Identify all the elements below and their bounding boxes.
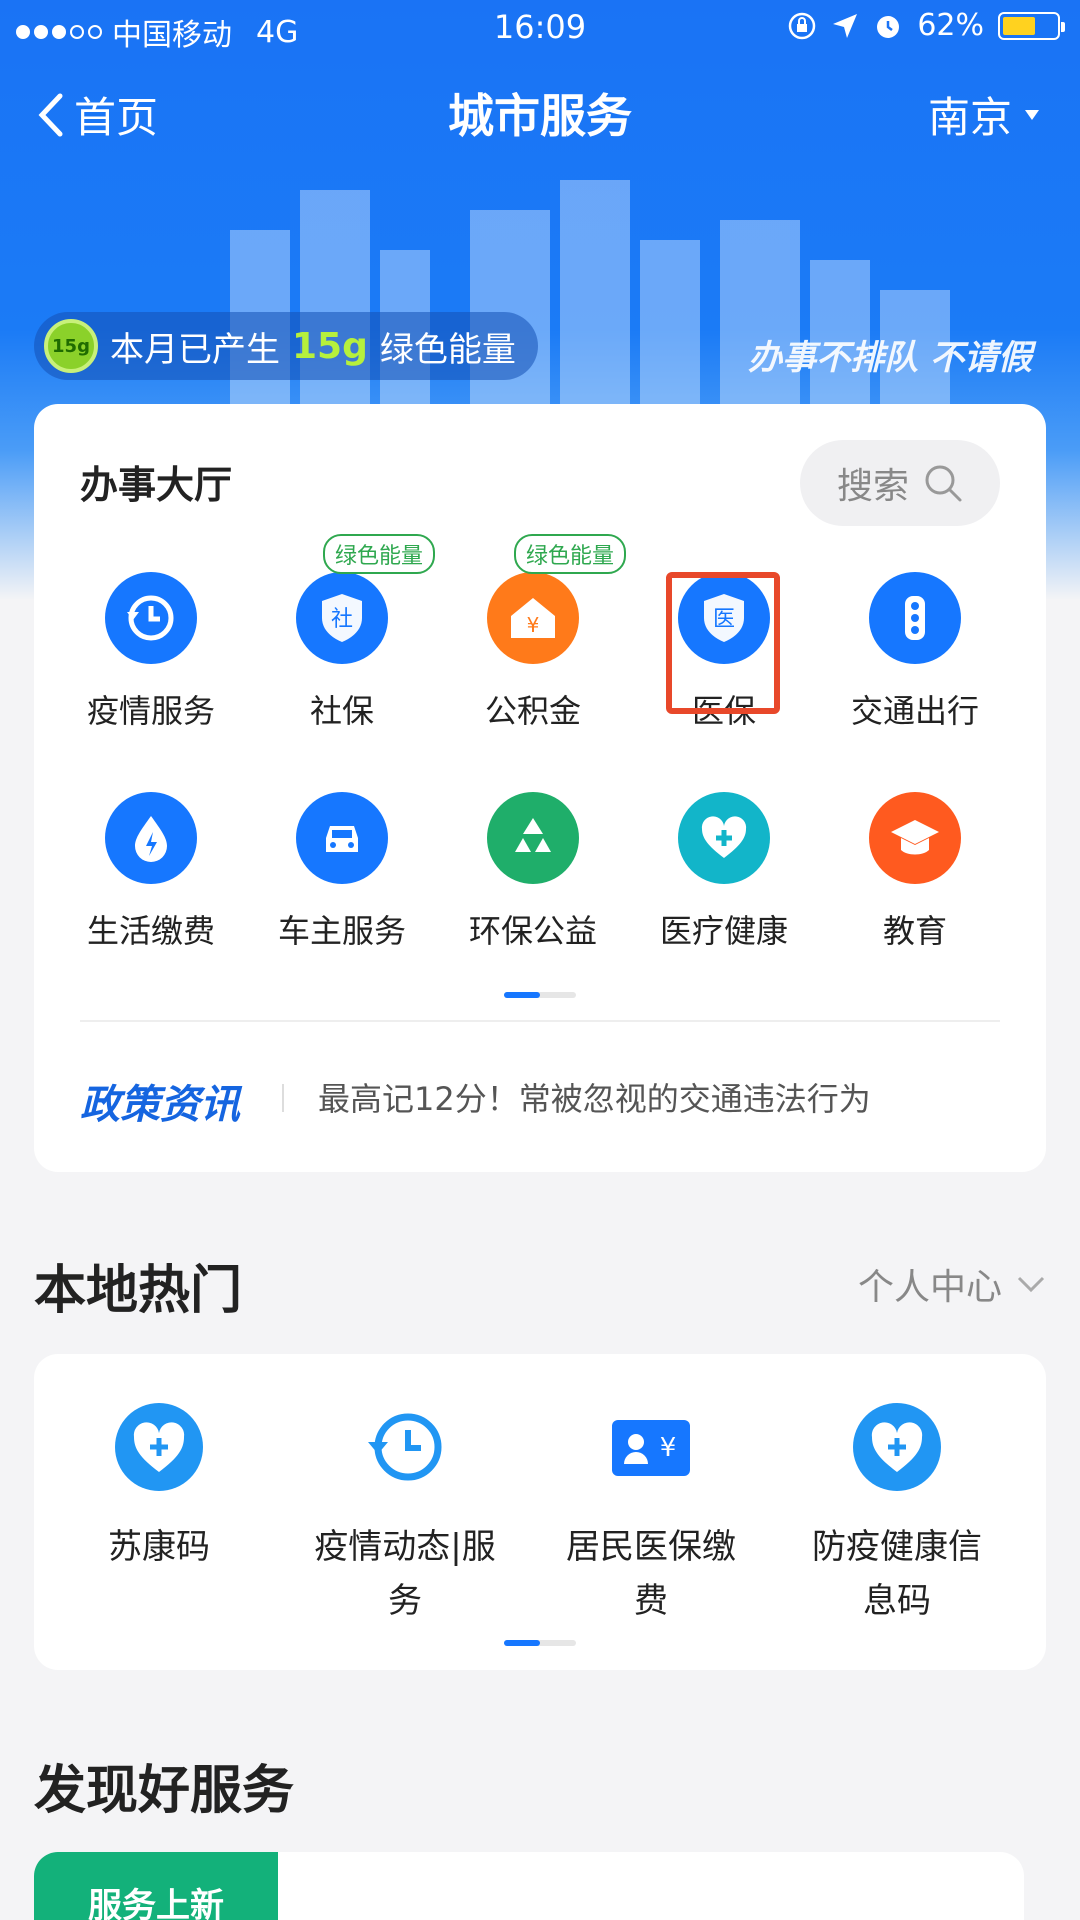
- rotation-lock-icon: [789, 12, 816, 39]
- svg-text:¥: ¥: [660, 1433, 677, 1463]
- discover-title: 发现好服务: [34, 1761, 295, 1821]
- status-bar: 中国移动 4G 16:09 62%: [0, 0, 1080, 56]
- service-hall-title: 办事大厅: [80, 463, 233, 507]
- service-label: 公积金: [484, 692, 581, 730]
- battery-percent: 62%: [917, 8, 984, 43]
- clock-refresh-icon: [105, 572, 197, 664]
- policy-news-logo: 政策资讯: [80, 1082, 240, 1128]
- energy-prefix: 本月已产生: [110, 329, 280, 370]
- shield-she-icon: 社: [296, 572, 388, 664]
- service-label: 车主服务: [277, 912, 406, 950]
- heart-plus-icon: [678, 792, 770, 884]
- green-energy-tag: 绿色能量: [323, 534, 436, 574]
- energy-suffix: 绿色能量: [379, 329, 516, 370]
- energy-badge-icon: 15g: [44, 319, 98, 373]
- green-energy-tag: 绿色能量: [514, 534, 627, 574]
- local-hot-card: 苏康码 疫情动态|服务 ¥ 居民医保缴费 防疫健康信息码: [34, 1354, 1046, 1670]
- divider: [80, 1020, 1000, 1022]
- heart-plus-icon: [853, 1403, 941, 1491]
- search-button[interactable]: 搜索: [800, 440, 1000, 526]
- energy-value: 15g: [292, 325, 368, 367]
- service-label: 疫情服务: [86, 692, 215, 730]
- hot-item-sukang-code[interactable]: 苏康码: [44, 1402, 274, 1574]
- search-label: 搜索: [836, 466, 909, 507]
- car-icon: [296, 792, 388, 884]
- location-arrow-icon: [833, 13, 858, 38]
- hot-item-label: 苏康码: [108, 1527, 210, 1567]
- hot-item-resident-insurance[interactable]: ¥ 居民医保缴费: [536, 1402, 766, 1628]
- service-label: 社保: [309, 692, 374, 730]
- service-label: 交通出行: [850, 692, 979, 730]
- service-label: 教育: [882, 912, 947, 950]
- hot-item-label: 疫情动态|服务: [314, 1527, 496, 1621]
- alarm-clock-icon: [877, 15, 900, 38]
- caret-down-icon: [1025, 109, 1039, 120]
- service-hall-card: 办事大厅 搜索 疫情服务 绿色能量 社 社保 绿色能量 ¥ 公积金 医 医保 交…: [34, 404, 1046, 1172]
- hot-page-indicator: [504, 1640, 576, 1646]
- navigation-bar: 首页 城市服务 南京: [0, 70, 1080, 150]
- city-name: 南京: [927, 93, 1012, 142]
- id-card-yuan-icon: ¥: [612, 1420, 690, 1476]
- graduation-cap-icon: [869, 792, 961, 884]
- personal-center-label: 个人中心: [857, 1267, 1002, 1308]
- service-item-housing-fund[interactable]: 绿色能量 ¥ 公积金: [438, 534, 628, 744]
- svg-text:¥: ¥: [527, 613, 540, 637]
- personal-center-dropdown[interactable]: 个人中心: [858, 1258, 1046, 1310]
- highlight-box: [666, 572, 780, 714]
- service-item-epidemic[interactable]: 疫情服务: [56, 554, 246, 744]
- clock-refresh-icon: [368, 1413, 442, 1481]
- grid-page-indicator: [504, 992, 576, 998]
- new-services-card[interactable]: 服务上新: [34, 1852, 1024, 1920]
- green-energy-pill[interactable]: 15g 本月已产生 15g 绿色能量: [34, 312, 538, 380]
- banner-slogan: 办事不排队 不请假: [748, 338, 1032, 378]
- policy-news-headline[interactable]: 最高记12分！常被忽视的交通违法行为: [318, 1074, 871, 1120]
- page-title: 城市服务: [448, 89, 632, 143]
- service-item-eco-charity[interactable]: 环保公益: [438, 774, 628, 964]
- hot-item-epidemic-news[interactable]: 疫情动态|服务: [290, 1402, 520, 1628]
- service-label: 医疗健康: [659, 912, 788, 950]
- hot-item-label: 防疫健康信息码: [812, 1527, 982, 1621]
- local-hot-title: 本地热门: [34, 1261, 243, 1321]
- new-services-tag: 服务上新: [34, 1852, 278, 1920]
- service-item-education[interactable]: 教育: [820, 774, 1010, 964]
- service-label: 生活缴费: [86, 912, 215, 950]
- policy-separator: [282, 1084, 284, 1112]
- hot-item-health-code[interactable]: 防疫健康信息码: [782, 1402, 1012, 1628]
- house-yuan-icon: ¥: [487, 572, 579, 664]
- recycle-icon: [487, 792, 579, 884]
- traffic-light-icon: [869, 572, 961, 664]
- chevron-down-icon: [1017, 1276, 1045, 1293]
- water-drop-icon: [105, 792, 197, 884]
- service-item-health[interactable]: 医疗健康: [629, 774, 819, 964]
- service-item-car-owner[interactable]: 车主服务: [247, 774, 437, 964]
- service-item-social-security[interactable]: 绿色能量 社 社保: [247, 534, 437, 744]
- city-selector[interactable]: 南京: [928, 84, 1040, 145]
- svg-text:社: 社: [331, 607, 353, 632]
- service-label: 环保公益: [468, 912, 597, 950]
- service-item-transport[interactable]: 交通出行: [820, 554, 1010, 744]
- battery-icon: [998, 11, 1065, 40]
- heart-plus-icon: [115, 1403, 203, 1491]
- search-icon: [925, 465, 962, 502]
- service-item-utility-payment[interactable]: 生活缴费: [56, 774, 246, 964]
- hot-item-label: 居民医保缴费: [566, 1527, 736, 1621]
